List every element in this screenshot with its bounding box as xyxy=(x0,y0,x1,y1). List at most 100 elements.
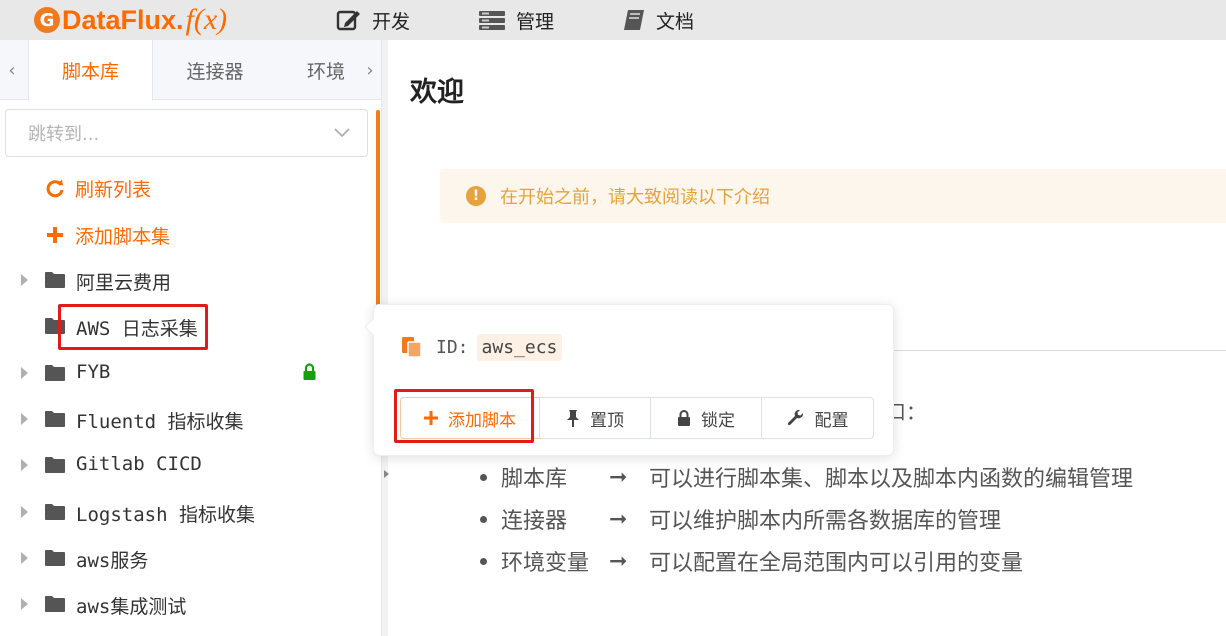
sidebar: ‹ 脚本库 连接器 环境 › 跳转到... 刷新列表 添加脚本集 阿里云费用 A… xyxy=(0,40,382,636)
folder-icon xyxy=(44,456,66,478)
tab-connectors-label: 连接器 xyxy=(186,60,244,83)
caret-right-icon[interactable] xyxy=(21,505,28,518)
script-set-label: 阿里云费用 xyxy=(76,272,172,294)
arrow-right-icon: ➞ xyxy=(609,548,628,574)
tab-scroll-right-icon[interactable]: › xyxy=(358,40,382,100)
caret-right-icon[interactable] xyxy=(21,366,28,379)
lock-icon xyxy=(302,363,317,385)
script-set-item[interactable]: AWS 日志采集 xyxy=(0,304,370,351)
arrow-right-icon: ➞ xyxy=(609,506,628,532)
config-label: 配置 xyxy=(814,410,849,431)
script-set-label: Gitlab CICD xyxy=(76,453,202,476)
script-set-item[interactable]: aws集成测试 xyxy=(0,584,370,624)
nav-docs[interactable]: 文档 xyxy=(622,0,694,40)
intro-item-env-vars: 环境变量 ➞ 可以配置在全局范围内可以引用的变量 xyxy=(480,540,1133,582)
nav-docs-label: 文档 xyxy=(656,10,695,33)
selected-item-highlight-box xyxy=(58,304,208,351)
script-set-item[interactable]: Gitlab CICD xyxy=(0,445,370,485)
folder-icon xyxy=(44,410,66,432)
script-set-label: aws服务 xyxy=(76,549,149,572)
folder-icon xyxy=(44,549,66,571)
divider xyxy=(858,350,1226,351)
refresh-list-label: 刷新列表 xyxy=(75,178,152,201)
intro-item-desc: 可以维护脚本内所需各数据库的管理 xyxy=(649,509,1002,534)
script-set-item[interactable]: Fluentd 指标收集 xyxy=(0,399,370,439)
page-title: 欢迎 xyxy=(410,77,464,108)
add-script-set-button[interactable]: 添加脚本集 xyxy=(44,220,170,250)
script-set-label: Fluentd 指标收集 xyxy=(76,410,244,433)
nav-develop-label: 开发 xyxy=(372,10,411,33)
tab-script-library-label: 脚本库 xyxy=(61,61,119,83)
script-set-item[interactable]: 阿里云费用 xyxy=(0,260,370,300)
sidebar-tabs: ‹ 脚本库 连接器 环境 › xyxy=(0,40,382,101)
folder-icon xyxy=(44,503,66,525)
tab-script-library[interactable]: 脚本库 xyxy=(28,40,153,101)
notice-alert: ! 在开始之前，请大致阅读以下介绍 xyxy=(440,169,1226,223)
lock-icon xyxy=(678,410,690,426)
logo-text: DataFlux. xyxy=(62,4,184,35)
refresh-icon xyxy=(44,178,66,198)
script-set-popover: ID: aws_ecs 添加脚本 置顶 锁定 配置 xyxy=(364,304,894,456)
bullet-dot xyxy=(480,557,487,565)
caret-right-icon[interactable] xyxy=(21,551,28,564)
script-set-item[interactable]: aws服务 xyxy=(0,538,370,578)
intro-item-name: 脚本库 xyxy=(501,467,568,492)
notice-text: 在开始之前，请大致阅读以下介绍 xyxy=(500,187,770,208)
folder-icon xyxy=(44,271,66,293)
wrench-icon xyxy=(787,409,803,426)
config-button[interactable]: 配置 xyxy=(761,397,874,439)
intro-item-script-library: 脚本库 ➞ 可以进行脚本集、脚本以及脚本内函数的编辑管理 xyxy=(480,456,1133,498)
pin-icon xyxy=(567,410,579,427)
tab-env-label: 环境 xyxy=(307,60,346,83)
add-script-highlight-box xyxy=(394,389,534,443)
pin-top-label: 置顶 xyxy=(590,410,624,431)
lock-label: 锁定 xyxy=(701,410,735,431)
script-set-label: Logstash 指标收集 xyxy=(76,503,255,526)
tab-env[interactable]: 环境 xyxy=(278,40,358,100)
folder-icon xyxy=(44,364,66,386)
tab-connectors[interactable]: 连接器 xyxy=(153,40,277,100)
jump-to-select[interactable]: 跳转到... xyxy=(5,109,368,157)
edit-icon xyxy=(336,10,360,31)
add-script-set-label: 添加脚本集 xyxy=(75,225,171,248)
refresh-list-button[interactable]: 刷新列表 xyxy=(44,173,151,203)
nav-develop[interactable]: 开发 xyxy=(336,0,410,40)
intro-item-name: 环境变量 xyxy=(501,551,590,576)
intro-item-desc: 可以进行脚本集、脚本以及脚本内函数的编辑管理 xyxy=(649,467,1134,492)
plus-icon xyxy=(44,226,66,244)
caret-right-icon[interactable] xyxy=(21,412,28,425)
lock-button[interactable]: 锁定 xyxy=(650,397,762,439)
id-label: ID: xyxy=(436,336,469,358)
intro-list: 脚本库 ➞ 可以进行脚本集、脚本以及脚本内函数的编辑管理 连接器 ➞ 可以维护脚… xyxy=(480,456,1133,582)
intro-item-connectors: 连接器 ➞ 可以维护脚本内所需各数据库的管理 xyxy=(480,498,1133,540)
chevron-down-icon xyxy=(334,128,350,138)
arrow-right-icon: ➞ xyxy=(609,464,628,490)
script-set-item[interactable]: Logstash 指标收集 xyxy=(0,492,370,532)
warning-icon: ! xyxy=(466,186,486,206)
bullet-dot xyxy=(480,515,487,523)
id-value: aws_ecs xyxy=(476,333,563,361)
script-set-id: ID: aws_ecs xyxy=(400,331,563,363)
script-set-label: FYB xyxy=(76,360,111,383)
caret-right-icon[interactable] xyxy=(21,274,28,286)
logo[interactable]: G DataFlux. f(x) xyxy=(34,3,227,37)
server-icon xyxy=(479,11,505,30)
intro-item-desc: 可以配置在全局范围内可以引用的变量 xyxy=(649,551,1024,576)
intro-item-name: 连接器 xyxy=(501,509,568,534)
script-set-item[interactable]: FYB xyxy=(0,353,370,393)
copy-icon[interactable] xyxy=(400,336,424,358)
bullet-dot xyxy=(480,473,487,481)
book-icon xyxy=(624,10,644,30)
script-set-label: aws集成测试 xyxy=(76,596,187,619)
nav-manage-label: 管理 xyxy=(516,10,555,33)
jump-to-placeholder: 跳转到... xyxy=(28,124,100,145)
top-bar: G DataFlux. f(x) 开发 管理 文档 xyxy=(0,0,1226,40)
pin-top-button[interactable]: 置顶 xyxy=(539,397,651,439)
logo-mark-icon: G xyxy=(34,7,60,33)
tab-scroll-left-icon[interactable]: ‹ xyxy=(0,40,24,100)
caret-right-icon[interactable] xyxy=(21,459,28,472)
caret-right-icon[interactable] xyxy=(21,598,28,611)
folder-icon xyxy=(44,595,66,617)
logo-fx: f(x) xyxy=(185,3,228,36)
nav-manage[interactable]: 管理 xyxy=(478,0,554,40)
